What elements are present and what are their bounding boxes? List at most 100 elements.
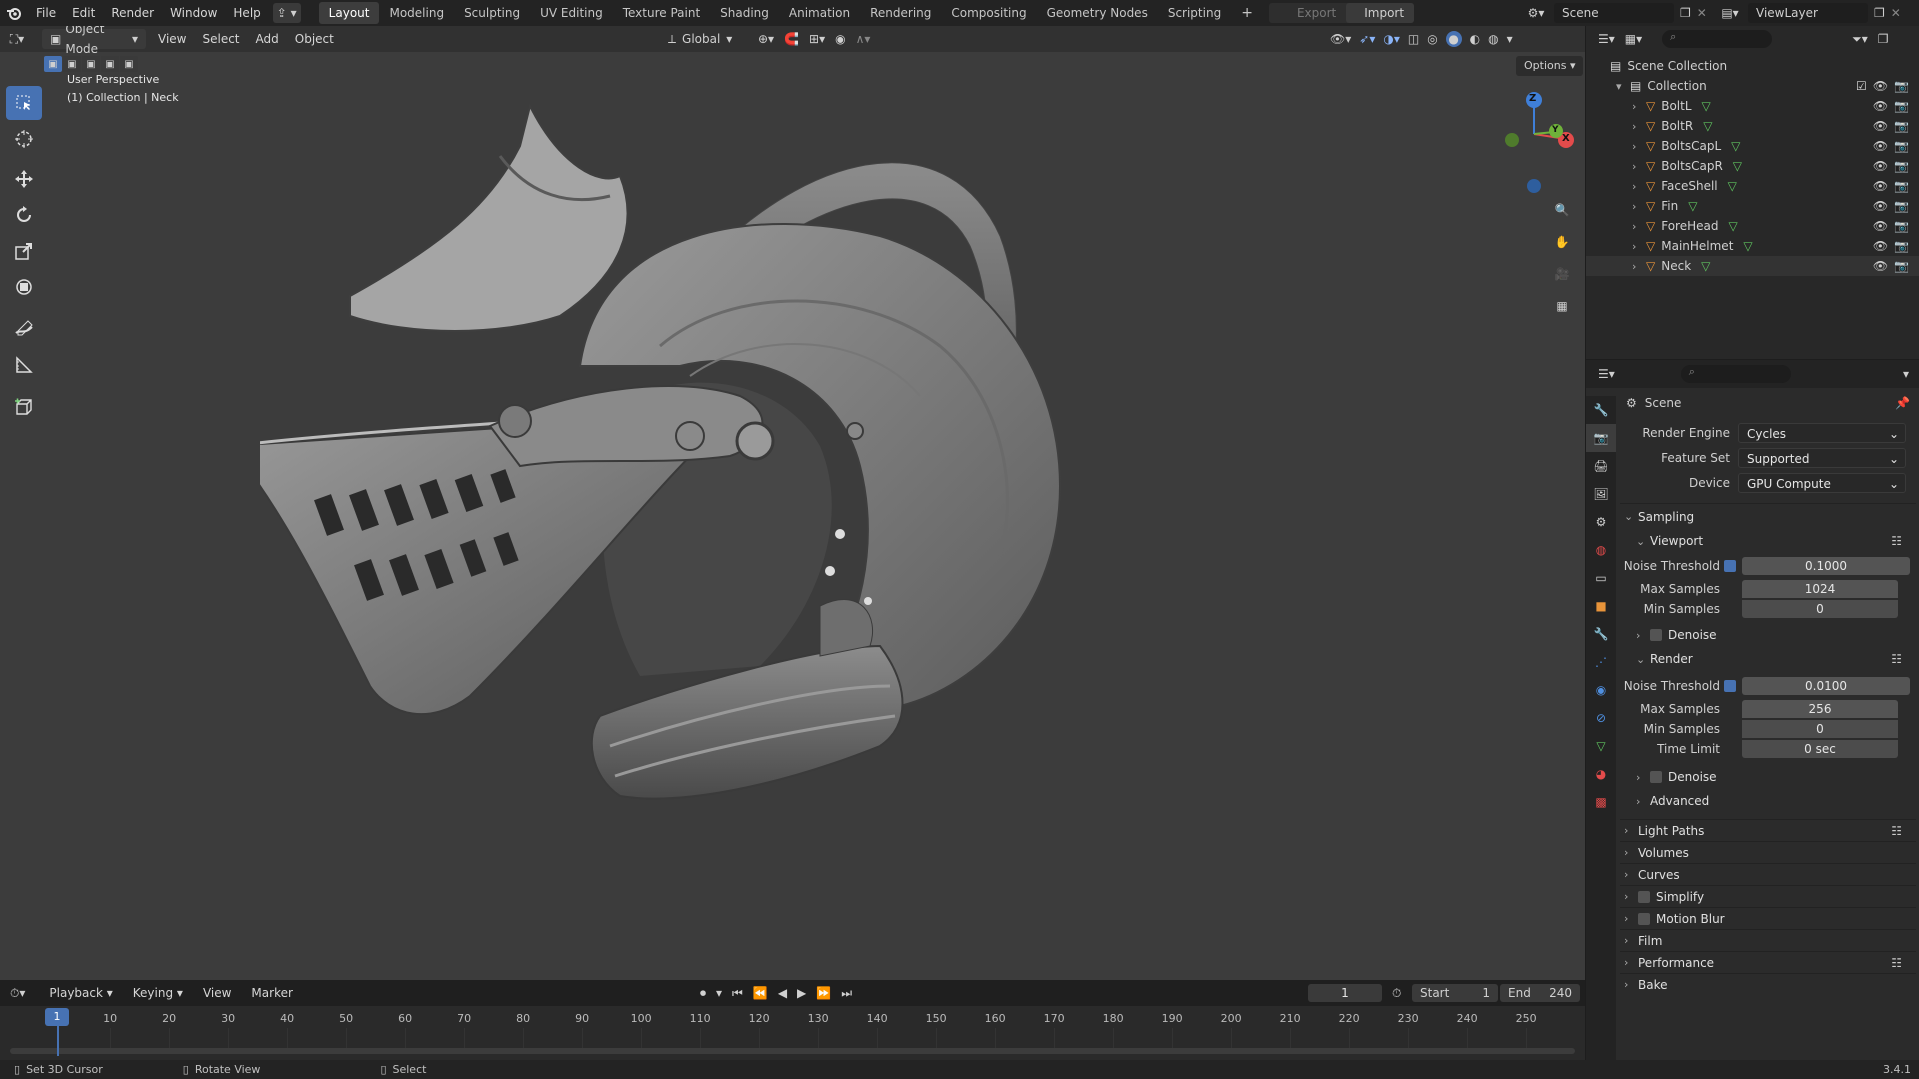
section-header-volumes[interactable]: › Volumes bbox=[1620, 841, 1916, 863]
new-collection-icon[interactable]: ❐ bbox=[1878, 32, 1889, 46]
solid-shading-icon[interactable]: ● bbox=[1445, 31, 1462, 47]
chevron-right-icon[interactable]: › bbox=[1632, 140, 1646, 153]
mesh-data-icon[interactable]: ▽ bbox=[1743, 239, 1752, 253]
shading-options-icon[interactable]: ▾ bbox=[1507, 32, 1513, 46]
remove-scene-icon[interactable]: ✕ bbox=[1697, 6, 1707, 20]
eye-icon[interactable]: 👁 bbox=[1873, 139, 1888, 153]
zoom-icon[interactable]: 🔍 bbox=[1548, 196, 1576, 224]
camera-view-icon[interactable]: 🎥 bbox=[1548, 260, 1576, 288]
vp-noise-threshold-field[interactable]: 0.1000 bbox=[1742, 556, 1910, 575]
section-header-performance[interactable]: › Performance ☷ bbox=[1620, 951, 1916, 973]
rotate-tool-icon[interactable] bbox=[6, 198, 42, 232]
collection-row[interactable]: ▾ ▤ Collection ☑ 👁 📷 bbox=[1586, 76, 1919, 96]
vp-min-samples-field[interactable]: 0 bbox=[1742, 600, 1898, 618]
navigation-gizmo[interactable]: Z X Y bbox=[1494, 84, 1574, 194]
pivot-icon[interactable]: ⊕▾ bbox=[758, 32, 774, 46]
tab-layout[interactable]: Layout bbox=[318, 2, 380, 24]
exclude-checkbox-icon[interactable]: ☑ bbox=[1856, 79, 1867, 93]
eye-icon[interactable]: 👁 bbox=[1873, 239, 1888, 253]
r-noise-threshold-field[interactable]: 0.0100 bbox=[1742, 676, 1910, 695]
section-checkbox[interactable] bbox=[1638, 890, 1650, 903]
mesh-data-icon[interactable]: ▽ bbox=[1733, 159, 1742, 173]
timeline-menu-keying[interactable]: Keying ▾ bbox=[125, 980, 191, 1006]
filter-icon[interactable]: ⏷▾ bbox=[1852, 32, 1868, 47]
section-checkbox[interactable] bbox=[1638, 912, 1650, 925]
outliner-search-input[interactable]: ⌕ bbox=[1662, 30, 1773, 48]
upload-icon[interactable]: ⇪ ▾ bbox=[272, 3, 301, 23]
measure-tool-icon[interactable] bbox=[6, 348, 42, 382]
gizmo-toggle-icon[interactable]: ➶▾ bbox=[1359, 32, 1375, 46]
eye-icon[interactable]: 👁 bbox=[1873, 219, 1888, 233]
start-frame-field[interactable]: Start 1 bbox=[1412, 984, 1498, 1002]
r-denoise-checkbox[interactable] bbox=[1650, 771, 1662, 783]
chevron-right-icon[interactable]: › bbox=[1632, 220, 1646, 233]
annotate-tool-icon[interactable] bbox=[6, 312, 42, 346]
menu-help[interactable]: Help bbox=[225, 0, 268, 26]
scale-tool-icon[interactable] bbox=[6, 234, 42, 268]
viewport-menu-select[interactable]: Select bbox=[194, 26, 247, 52]
world-tab-icon[interactable]: ◍ bbox=[1586, 536, 1616, 564]
timeline-menu-marker[interactable]: Marker bbox=[243, 980, 300, 1006]
pan-hand-icon[interactable]: ✋ bbox=[1548, 228, 1576, 256]
data-tab-icon[interactable]: ▽ bbox=[1586, 732, 1616, 760]
scene-tab-icon[interactable]: ⚙ bbox=[1586, 508, 1616, 536]
physics-tab-icon[interactable]: ◉ bbox=[1586, 676, 1616, 704]
scene-name-field[interactable]: Scene bbox=[1554, 3, 1674, 23]
mesh-data-icon[interactable]: ▽ bbox=[1701, 259, 1710, 273]
tab-rendering[interactable]: Rendering bbox=[860, 2, 941, 24]
feature-set-select[interactable]: Supported ⌄ bbox=[1738, 447, 1906, 468]
eye-icon[interactable]: 👁 bbox=[1873, 119, 1888, 133]
select-new-icon[interactable]: ▣ bbox=[44, 56, 62, 72]
pin-icon[interactable]: 📌 bbox=[1895, 396, 1910, 410]
jump-start-icon[interactable]: ⏮ bbox=[732, 986, 743, 1001]
vp-denoise-checkbox[interactable] bbox=[1650, 629, 1662, 641]
chevron-right-icon[interactable]: › bbox=[1632, 200, 1646, 213]
outliner-object-row[interactable]: › ▽ BoltsCapL ▽ 👁 📷 bbox=[1586, 136, 1919, 156]
chevron-right-icon[interactable]: › bbox=[1632, 160, 1646, 173]
add-workspace-icon[interactable]: + bbox=[1231, 2, 1263, 24]
play-reverse-icon[interactable]: ◀ bbox=[778, 986, 787, 1000]
eye-icon[interactable]: 👁 bbox=[1873, 199, 1888, 213]
render-camera-icon[interactable]: 📷 bbox=[1894, 79, 1909, 93]
render-camera-icon[interactable]: 📷 bbox=[1894, 119, 1909, 133]
render-camera-icon[interactable]: 📷 bbox=[1894, 219, 1909, 233]
mesh-data-icon[interactable]: ▽ bbox=[1703, 119, 1712, 133]
eye-icon[interactable]: 👁 bbox=[1873, 99, 1888, 113]
list-icon[interactable]: ☷ bbox=[1891, 534, 1902, 548]
menu-window[interactable]: Window bbox=[162, 0, 225, 26]
render-camera-icon[interactable]: 📷 bbox=[1894, 259, 1909, 273]
list-icon[interactable]: ☷ bbox=[1891, 652, 1902, 666]
clock-icon[interactable]: ⏱ bbox=[1392, 986, 1401, 1001]
outliner-object-row[interactable]: › ▽ BoltsCapR ▽ 👁 📷 bbox=[1586, 156, 1919, 176]
outliner-object-row[interactable]: › ▽ BoltL ▽ 👁 📷 bbox=[1586, 96, 1919, 116]
outliner-object-row[interactable]: › ▽ FaceShell ▽ 👁 📷 bbox=[1586, 176, 1919, 196]
tab-modeling[interactable]: Modeling bbox=[379, 2, 454, 24]
scene-collection-row[interactable]: ▤ Scene Collection bbox=[1586, 56, 1919, 76]
mesh-data-icon[interactable]: ▽ bbox=[1702, 99, 1711, 113]
section-header-curves[interactable]: › Curves bbox=[1620, 863, 1916, 885]
section-header-motion-blur[interactable]: › Motion Blur bbox=[1620, 907, 1916, 929]
r-noise-threshold-checkbox[interactable] bbox=[1724, 679, 1736, 692]
editor-type-icon[interactable]: ⛶▾ bbox=[0, 32, 34, 47]
eye-icon[interactable]: 👁 bbox=[1873, 259, 1888, 273]
jump-keyframe-back-icon[interactable]: ⏪ bbox=[753, 986, 768, 1000]
transform-orientation-select[interactable]: ⟂ Global ▾ bbox=[668, 32, 732, 47]
timeline-menu-playback[interactable]: Playback ▾ bbox=[41, 980, 120, 1006]
view-layer-tab-icon[interactable]: 🖼 bbox=[1586, 480, 1616, 508]
section-header-bake[interactable]: › Bake bbox=[1620, 973, 1916, 995]
chevron-down-icon[interactable]: ▾ bbox=[1903, 367, 1909, 381]
record-options-icon[interactable]: ▾ bbox=[716, 986, 722, 1000]
chevron-right-icon[interactable]: › bbox=[1632, 260, 1646, 273]
collection-tab-icon[interactable]: ▭ bbox=[1586, 564, 1616, 592]
select-subtract-icon[interactable]: ▣ bbox=[82, 56, 100, 72]
import-button[interactable]: Import bbox=[1346, 3, 1415, 23]
export-button[interactable]: Export bbox=[1269, 6, 1346, 20]
outliner-object-row[interactable]: › ▽ MainHelmet ▽ 👁 📷 bbox=[1586, 236, 1919, 256]
vp-noise-threshold-checkbox[interactable] bbox=[1724, 559, 1736, 572]
jump-keyframe-forward-icon[interactable]: ⏩ bbox=[816, 986, 831, 1000]
texture-tab-icon[interactable]: ▩ bbox=[1586, 788, 1616, 816]
menu-edit[interactable]: Edit bbox=[64, 0, 103, 26]
end-frame-field[interactable]: End 240 bbox=[1500, 984, 1580, 1002]
output-tab-icon[interactable]: 🖨 bbox=[1586, 452, 1616, 480]
r-max-samples-field[interactable]: 256 bbox=[1742, 700, 1898, 718]
